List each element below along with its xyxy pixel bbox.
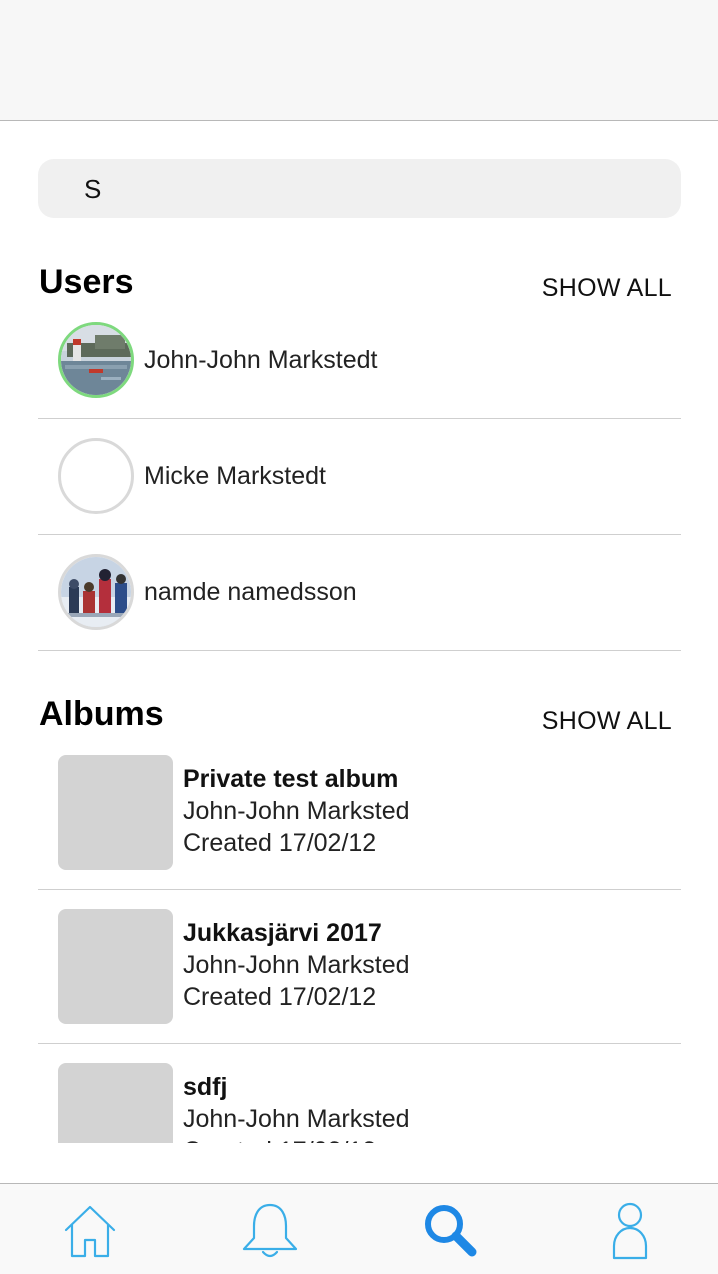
search-input[interactable]: S: [38, 159, 681, 218]
tab-notifications[interactable]: [240, 1200, 300, 1260]
bell-icon: [242, 1203, 298, 1258]
tab-search[interactable]: [420, 1200, 480, 1260]
tab-bar: [0, 1183, 718, 1274]
album-title: Jukkasjärvi 2017: [183, 919, 382, 947]
user-list-item[interactable]: Micke Markstedt: [38, 419, 681, 535]
album-created-date: Created 17/02/12: [183, 983, 377, 1011]
album-created-date: Created 17/02/12: [183, 1135, 410, 1143]
album-list-item[interactable]: sdfj John-John Marksted Created 17/02/12: [38, 1043, 681, 1143]
avatar: [58, 322, 134, 398]
album-thumbnail: [58, 755, 173, 870]
album-title: Private test album: [183, 765, 399, 793]
user-list-item[interactable]: John-John Markstedt: [38, 303, 681, 419]
album-list-item[interactable]: Private test album John-John Marksted Cr…: [38, 735, 681, 890]
album-title: sdfj: [183, 1073, 228, 1101]
album-list-item[interactable]: Jukkasjärvi 2017 John-John Marksted Crea…: [38, 889, 681, 1044]
tab-profile[interactable]: [600, 1200, 660, 1260]
album-created-date: Created 17/02/12: [183, 829, 377, 857]
home-icon: [64, 1205, 116, 1258]
album-owner: John-John Marksted: [183, 951, 410, 979]
avatar: [58, 554, 134, 630]
search-icon: [425, 1205, 477, 1257]
user-name: namde namedsson: [144, 578, 357, 606]
album-thumbnail: [58, 1063, 173, 1143]
album-thumbnail: [58, 909, 173, 1024]
user-icon: [612, 1202, 648, 1260]
users-show-all-button[interactable]: SHOW ALL: [542, 273, 672, 303]
avatar: [58, 438, 134, 514]
tab-home[interactable]: [60, 1200, 120, 1260]
harbor-photo-icon: [61, 325, 131, 395]
group-photo-icon: [61, 557, 131, 627]
user-list-item[interactable]: namde namedsson: [38, 535, 681, 651]
user-name: Micke Markstedt: [144, 462, 326, 490]
album-owner: John-John Marksted: [183, 797, 410, 825]
albums-show-all-button[interactable]: SHOW ALL: [542, 706, 672, 736]
scroll-content[interactable]: S Users SHOW ALL John-John Markstedt Mic…: [0, 0, 718, 1143]
albums-section-title: Albums: [39, 695, 164, 733]
search-input-value: S: [84, 174, 102, 204]
album-owner: John-John Marksted: [183, 1105, 410, 1133]
user-name: John-John Markstedt: [144, 346, 378, 374]
users-section-title: Users: [39, 263, 134, 301]
